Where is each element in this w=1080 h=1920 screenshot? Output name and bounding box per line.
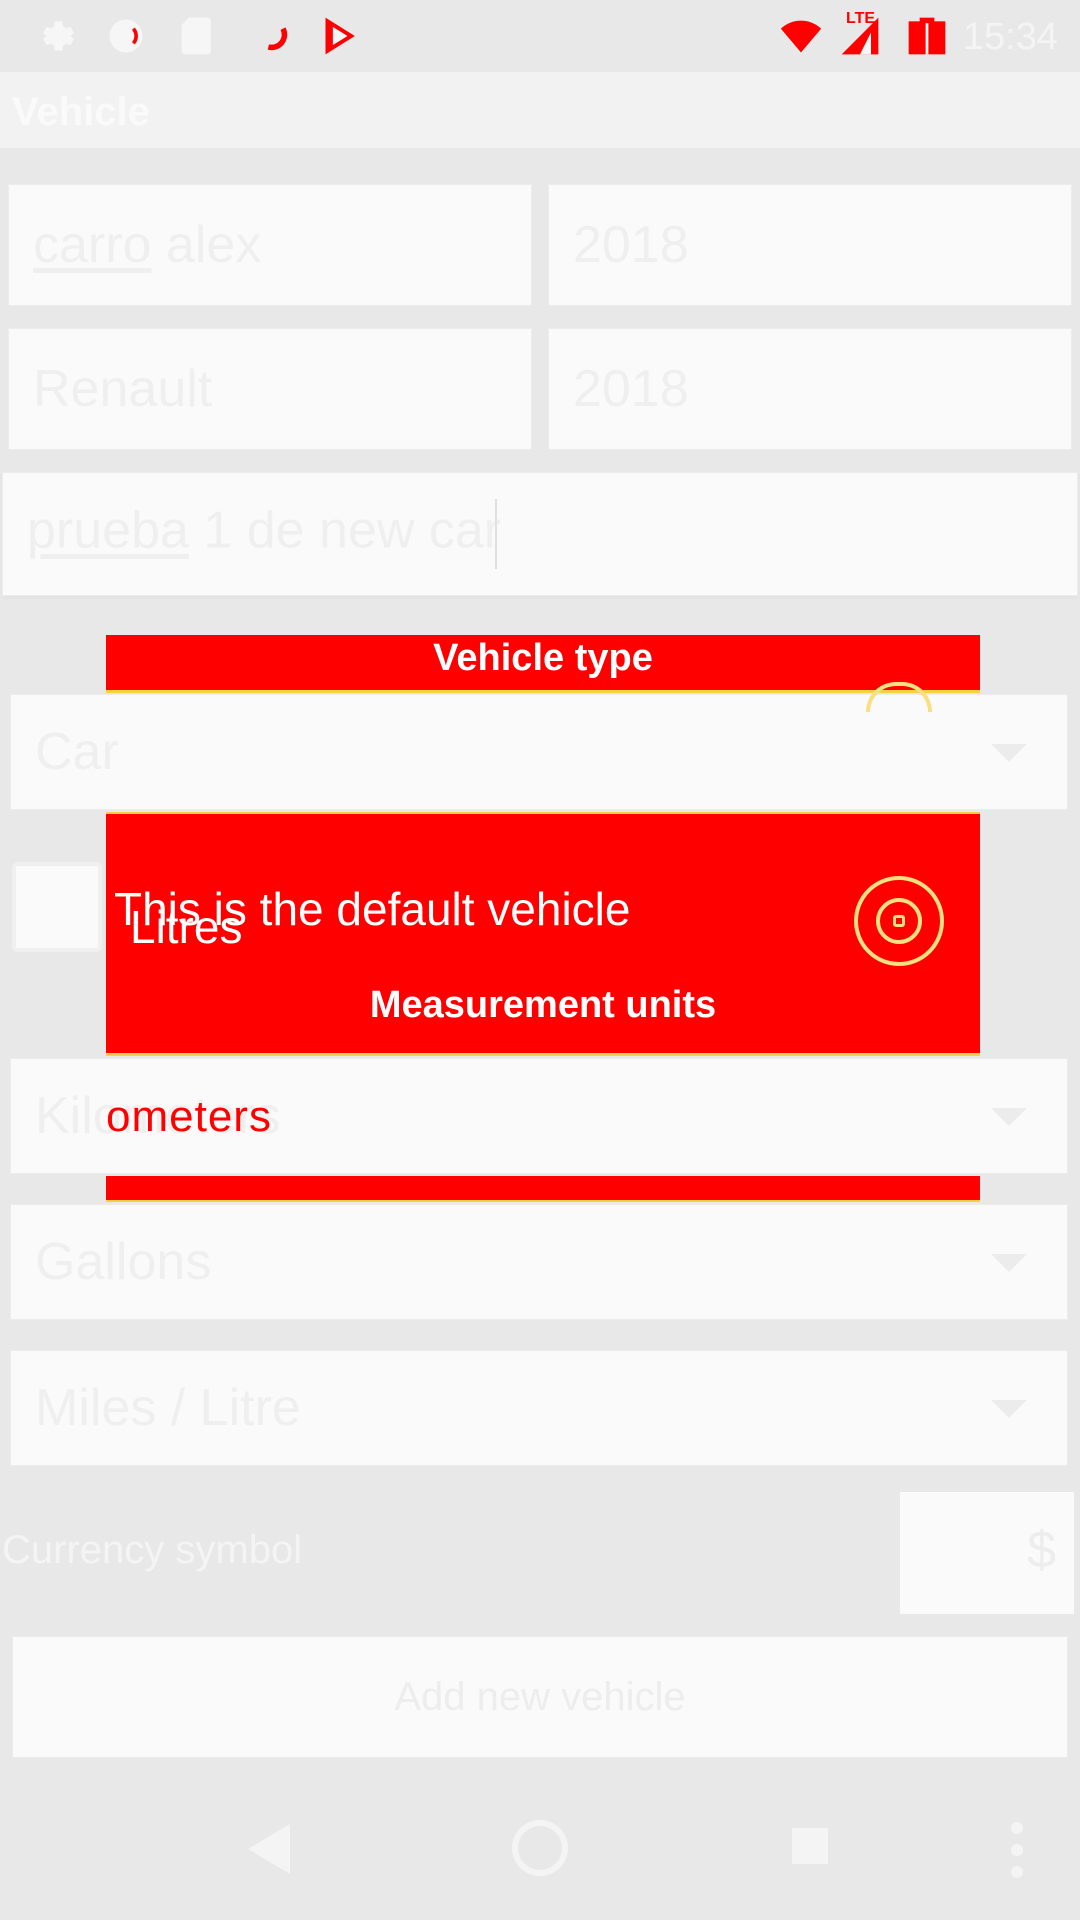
chevron-down-icon [991,744,1027,762]
chevron-down-icon [991,1254,1027,1272]
app-bar: Vehicle [0,72,1080,148]
radio-dot [893,915,905,927]
make-field[interactable]: Renault [8,328,532,450]
battery-icon [908,17,946,55]
measurement-units-heading: Measurement units [369,984,717,1026]
default-vehicle-checkbox[interactable] [12,862,102,952]
year-field[interactable]: 2018 [548,184,1072,306]
fuel-unit-value: Gallons [35,1233,212,1291]
currency-input[interactable]: $ [900,1492,1074,1614]
model-year-value: 2018 [573,360,689,418]
default-vehicle-radio[interactable] [854,876,944,966]
page-title: Vehicle [12,90,150,134]
notes-field[interactable]: prueba 1 de new car [2,472,1078,596]
consumption-unit-value: Miles / Litre [35,1379,301,1437]
notes-value: prueba 1 de new car [27,499,501,569]
year-value: 2018 [573,216,689,274]
status-bar: LTE 15:34 [0,0,1080,72]
currency-label: Currency symbol [2,1528,303,1572]
circle-icon [109,19,143,53]
text-cursor [495,499,498,569]
fuel-unit-dropdown[interactable]: Gallons [10,1204,1068,1320]
vehicle-name-value: carro alex [33,216,262,274]
recents-icon[interactable] [790,1826,830,1866]
gear-icon [43,21,75,51]
lte-label: LTE [846,10,876,27]
distance-unit-overlay-text: ometers [106,1092,272,1141]
status-time: 15:34 [962,16,1058,58]
sync-icon [267,27,288,51]
radio-ring [876,898,922,944]
vehicle-type-value: Car [35,723,119,781]
chevron-down-icon [991,1400,1027,1418]
dialog-title-bar: Vehicle type [106,635,980,693]
play-store-icon [325,17,355,55]
model-year-field[interactable]: 2018 [548,328,1072,450]
back-icon[interactable] [246,1822,292,1876]
add-vehicle-label: Add new vehicle [394,1675,686,1719]
litres-label: Litres [130,901,243,953]
vehicle-name-field[interactable]: carro alex [8,184,532,306]
chevron-down-icon [991,1108,1027,1126]
sd-card-icon [181,17,211,55]
more-vertical-icon[interactable] [1008,1820,1026,1880]
consumption-unit-dropdown[interactable]: Miles / Litre [10,1350,1068,1466]
make-value: Renault [33,360,213,418]
currency-value: $ [1027,1521,1056,1579]
add-vehicle-button[interactable]: Add new vehicle [12,1636,1068,1758]
home-icon[interactable] [510,1818,570,1878]
navigation-bar [0,1780,1080,1920]
dialog-footer [106,1176,980,1202]
dialog-title: Vehicle type [433,637,653,679]
wifi-icon [780,20,822,53]
